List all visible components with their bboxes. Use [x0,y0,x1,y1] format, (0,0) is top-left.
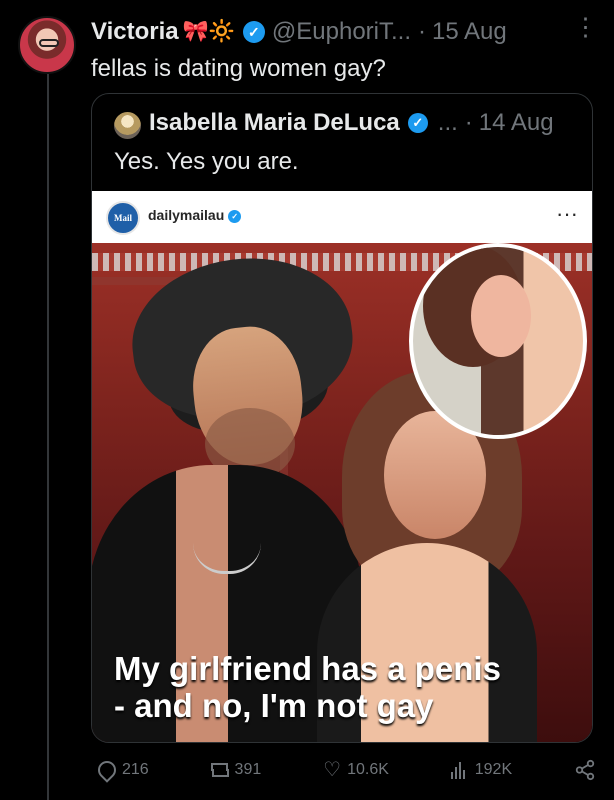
media-headline: My girlfriend has a penis - and no, I'm … [114,650,584,724]
reply-icon [94,757,120,783]
reply-count: 216 [122,761,149,778]
repost-button[interactable]: 391 [210,761,262,779]
heart-icon: ♡ [323,759,342,781]
reply-button[interactable]: 216 [94,757,149,783]
circular-inset-photo [409,243,587,439]
repost-count: 391 [234,761,262,778]
tweet-text: fellas is dating women gay? [91,55,386,82]
dot-separator: · [418,18,426,45]
verified-badge-icon[interactable]: ✓ [407,113,428,133]
views-icon [450,761,469,779]
share-icon [575,759,595,781]
news-photo: My girlfriend has a penis - and no, I'm … [92,243,592,742]
quoted-tweet-card[interactable]: Isabella Maria DeLuca ✓ ... · 14 Aug Yes… [91,93,593,743]
instagram-post-header: Mail dailymailau ✓ ··· [92,191,592,243]
user-handle[interactable]: @EuphoriT... [272,18,411,46]
daily-mail-logo-text: Mail [114,213,132,223]
views-button[interactable]: 192K [450,761,513,779]
quoted-avatar[interactable] [114,112,141,139]
quoted-media[interactable]: Mail dailymailau ✓ ··· My girlfriend has … [92,191,592,742]
daily-mail-logo: Mail [106,201,140,235]
tweet-header: Victoria 🎀🔆 ✓ @EuphoriT... · 15 Aug [91,16,594,48]
like-count: 10.6K [347,761,389,778]
inset-person [471,275,531,357]
quoted-display-name[interactable]: Isabella Maria DeLuca [149,109,400,137]
verified-badge-icon[interactable]: ✓ [242,21,265,43]
tweet-actions: 216 391 ♡ 10.6K 192K [94,752,596,788]
name-emojis: 🎀🔆 [182,20,235,43]
media-account-name: dailymailau ✓ [148,207,242,223]
quoted-tweet-header: Isabella Maria DeLuca ✓ ... · 14 Aug [149,109,578,137]
quoted-date[interactable]: 14 Aug [479,109,554,137]
more-options-icon[interactable]: ⋮ [573,15,598,40]
verified-badge-icon: ✓ [228,209,242,223]
headline-line-2: - and no, I'm not gay [114,687,434,724]
tweet-date[interactable]: 15 Aug [432,18,507,46]
avatar[interactable] [18,16,76,74]
headline-line-1: My girlfriend has a penis [114,650,501,687]
like-button[interactable]: ♡ 10.6K [323,759,389,781]
display-name[interactable]: Victoria [91,18,179,46]
thread-line [47,74,49,800]
quoted-tweet-text: Yes. Yes you are. [114,148,299,175]
repost-icon [210,761,229,779]
more-options-icon: ··· [556,201,578,226]
quoted-handle[interactable]: ... [438,109,458,137]
dot-separator: · [464,109,473,136]
view-count: 192K [474,761,513,778]
share-button[interactable] [574,759,596,781]
